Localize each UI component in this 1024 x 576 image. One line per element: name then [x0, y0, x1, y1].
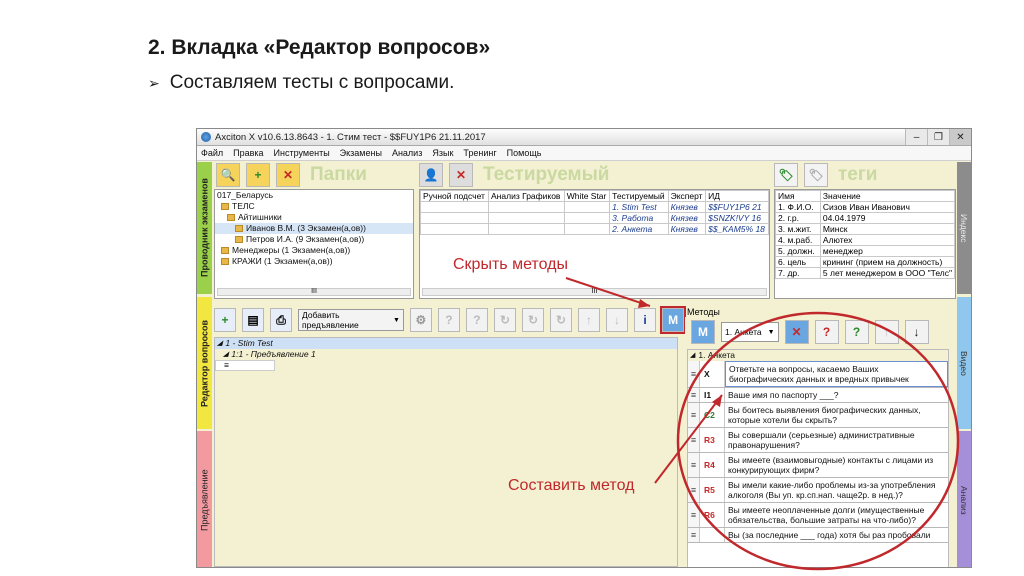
hide-methods-arrow — [565, 277, 651, 307]
arrow-head-icon — [638, 299, 650, 308]
compose-method-arrow — [654, 394, 723, 484]
methods-highlight-ellipse — [676, 311, 960, 571]
annotation-overlay — [565, 277, 960, 571]
